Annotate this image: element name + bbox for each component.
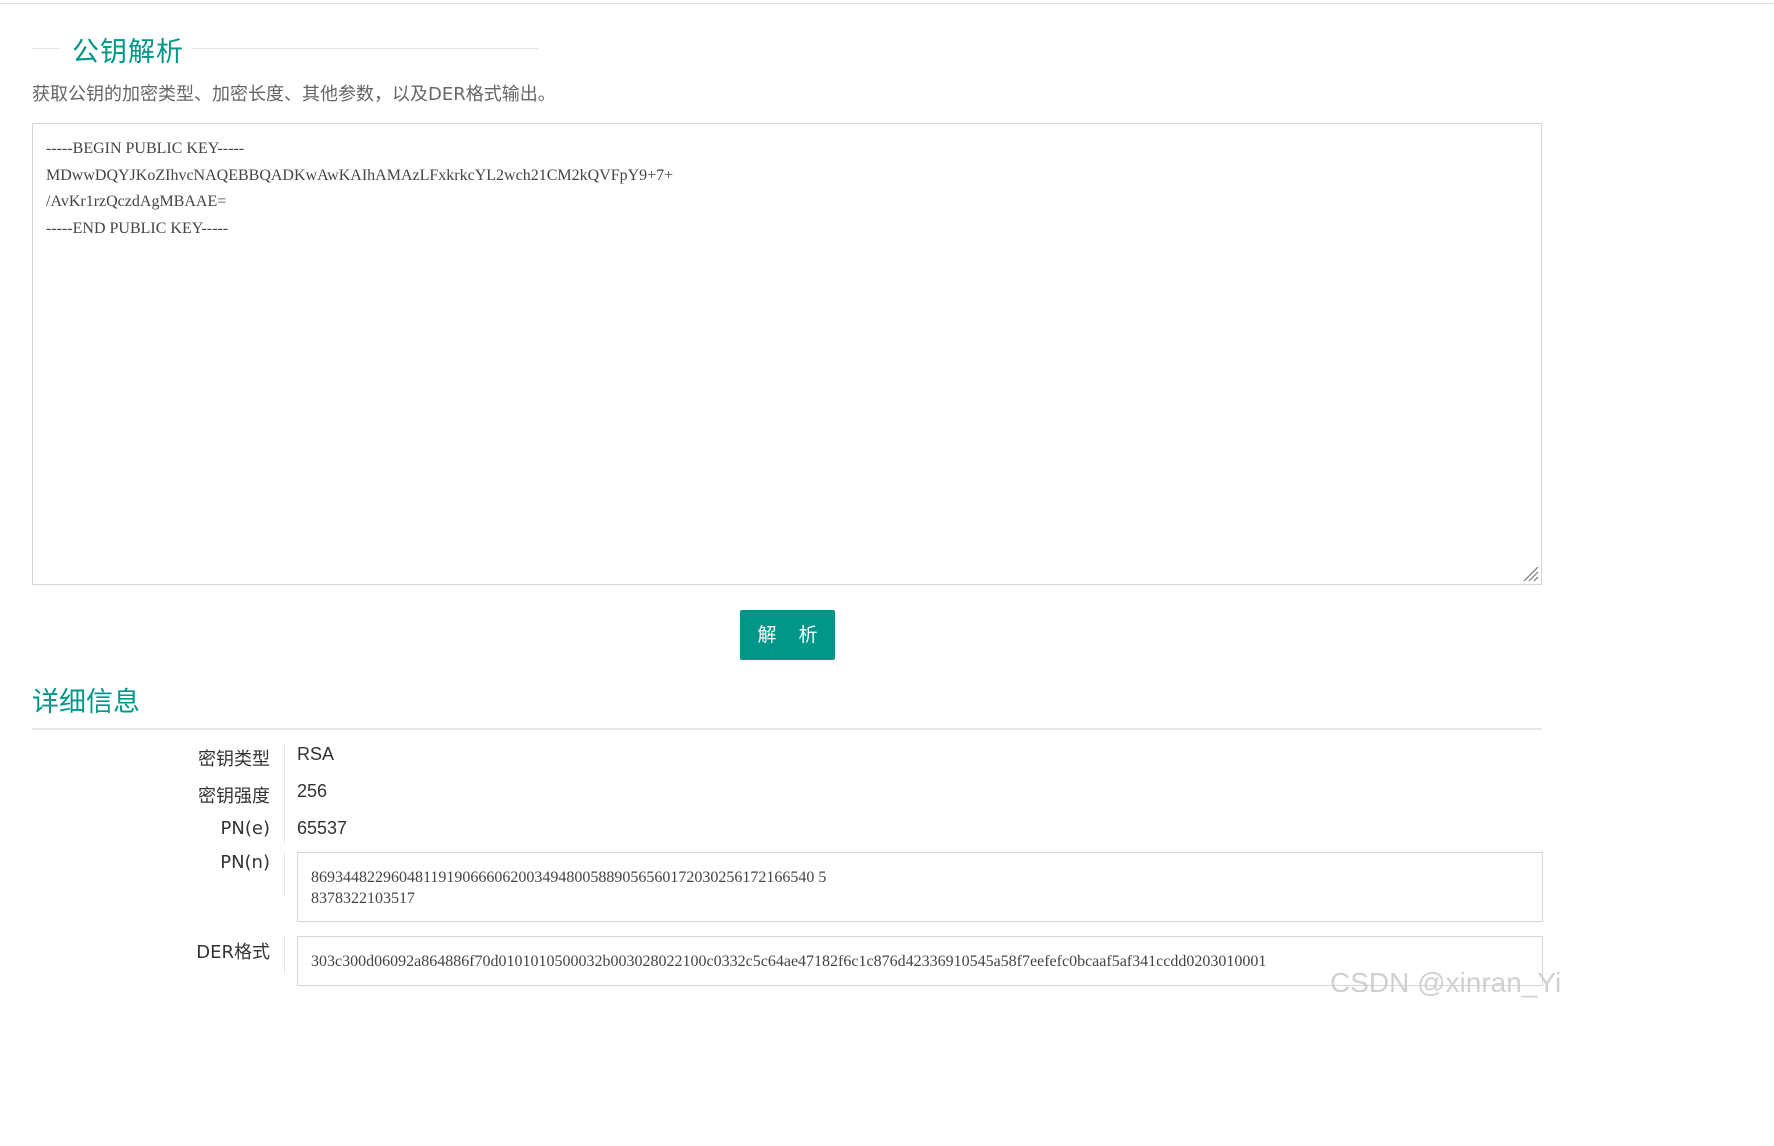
section-heading: 公钥解析 [32,28,542,68]
parse-button[interactable]: 解 析 [740,610,835,660]
page-title: 公钥解析 [72,37,184,68]
top-divider [0,3,1774,4]
details-divider [32,728,1542,730]
pn-n-field[interactable]: 8693448229604811919066606200349480058890… [297,852,1543,922]
public-key-textarea[interactable]: -----BEGIN PUBLIC KEY----- MDwwDQYJKoZIh… [32,123,1542,585]
heading-line-left [32,48,60,49]
pn-n-label: PN(n) [220,852,270,873]
key-strength-value: 256 [297,781,328,801]
public-key-text[interactable]: -----BEGIN PUBLIC KEY----- MDwwDQYJKoZIh… [46,136,673,242]
watermark: CSDN @xinran_Yi [1330,967,1562,998]
pn-e-label: PN(e) [220,818,270,839]
field-separator [284,852,285,896]
details-title: 详细信息 [32,687,140,718]
key-strength-label: 密钥强度 [198,786,270,807]
page-description: 获取公钥的加密类型、加密长度、其他参数，以及DER格式输出。 [32,84,556,105]
key-type-label: 密钥类型 [198,749,270,770]
der-label: DER格式 [196,942,270,963]
key-type-value: RSA [297,744,335,764]
heading-line-right [192,48,538,49]
pn-e-value: 65537 [297,818,348,838]
field-separator [284,936,285,974]
field-separator [284,744,285,844]
der-value[interactable]: 303c300d06092a864886f70d0101010500032b00… [311,951,1266,972]
resize-handle-icon[interactable] [1521,564,1539,582]
pn-n-value[interactable]: 8693448229604811919066606200349480058890… [311,867,826,909]
